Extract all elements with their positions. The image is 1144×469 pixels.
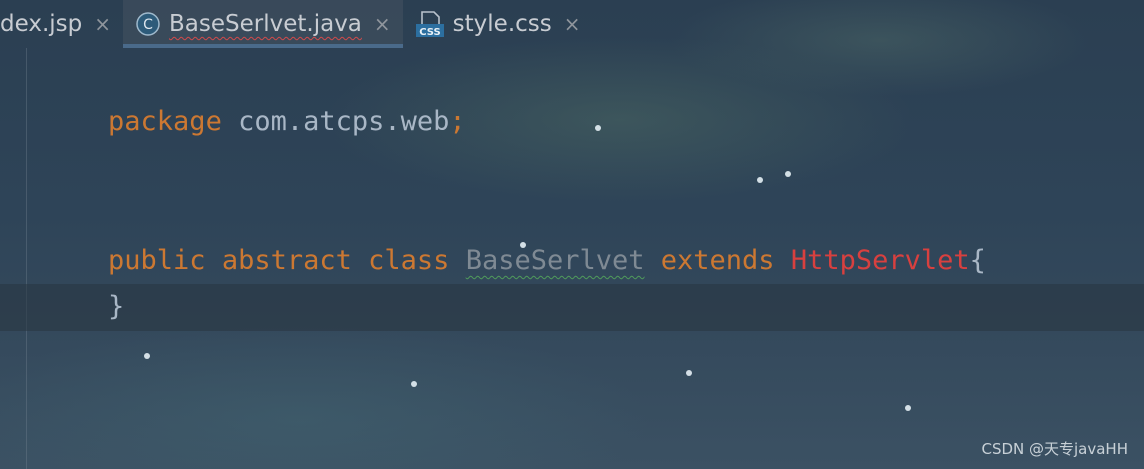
keyword-class: class (351, 245, 450, 276)
css-file-icon: CSS (415, 10, 445, 38)
close-icon[interactable]: × (374, 12, 391, 36)
java-class-icon: C (135, 11, 161, 37)
keyword-package: package (108, 106, 222, 137)
css-badge-text: CSS (419, 27, 440, 38)
keyword-extends: extends (644, 245, 775, 276)
java-class-icon-letter: C (143, 17, 153, 33)
tab-baseserlvet-java[interactable]: C BaseSerlvet.java × (123, 0, 403, 48)
keyword-abstract: abstract (205, 245, 352, 276)
parent-class-name: HttpServlet (790, 245, 970, 276)
editor-tab-bar: dex.jsp × C BaseSerlvet.java × CSS style… (0, 0, 1144, 48)
tab-index-jsp[interactable]: dex.jsp × (0, 0, 123, 48)
class-name: BaseSerlvet (465, 245, 645, 276)
open-brace: { (969, 245, 986, 276)
tab-label: dex.jsp (0, 11, 83, 37)
semicolon: ; (449, 106, 466, 137)
code-line-close-brace[interactable]: } (43, 238, 124, 322)
code-editor[interactable]: package com.atcps.web; public abstract c… (0, 48, 1144, 469)
package-name: com.atcps.web (221, 106, 450, 137)
code-line-class-declaration[interactable]: public abstract class BaseSerlvet extend… (43, 192, 986, 276)
tab-label: BaseSerlvet.java (169, 11, 362, 37)
close-brace: } (108, 291, 125, 322)
close-icon[interactable]: × (564, 12, 581, 36)
watermark: CSDN @天专javaHH (981, 440, 1128, 458)
tab-label: style.css (452, 11, 552, 37)
close-icon[interactable]: × (94, 12, 111, 36)
tab-style-css[interactable]: CSS style.css × (403, 0, 593, 48)
code-line-package[interactable]: package com.atcps.web; (43, 53, 466, 137)
